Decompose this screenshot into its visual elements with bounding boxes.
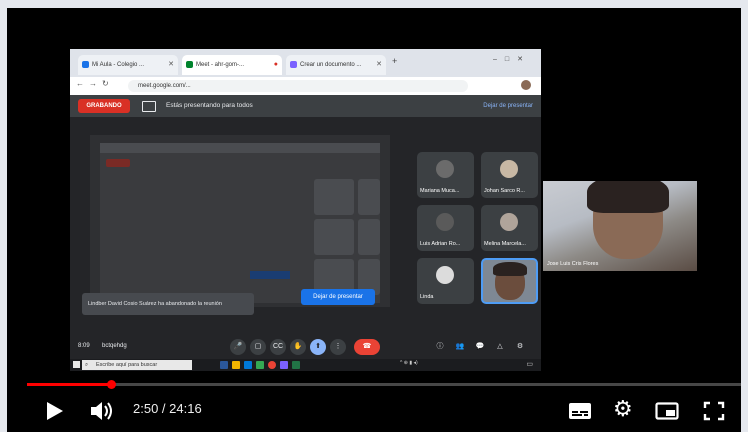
settings-gear-icon[interactable]: ⚙ bbox=[613, 397, 633, 421]
hang-up-icon: ☎ bbox=[354, 339, 380, 355]
tab-label: Mi Aula - Colegio ... bbox=[92, 62, 145, 68]
tab-label: Crear un documento ... bbox=[300, 62, 362, 68]
browser-tab: Crear un documento ... ✕ bbox=[286, 55, 386, 75]
nav-arrows-icon: ←→↻ bbox=[76, 79, 114, 88]
people-icon: 👥 bbox=[455, 343, 465, 350]
participant-name: Johan Sarco R... bbox=[484, 188, 525, 194]
self-view-tile bbox=[481, 258, 538, 304]
folder-icon bbox=[232, 361, 240, 369]
windows-start-icon bbox=[73, 361, 80, 368]
windows-taskbar: ⌕ Escribe aquí para buscar ^ ⊕ ▮ ◂) ▭ bbox=[70, 359, 541, 371]
tab-label: Meet - ahr-gom-... bbox=[196, 62, 245, 68]
info-icon: ⓘ bbox=[436, 343, 444, 350]
app-icon bbox=[256, 361, 264, 369]
progress-bar[interactable] bbox=[27, 380, 741, 389]
present-icon: ⬆ bbox=[310, 339, 326, 355]
play-button[interactable] bbox=[43, 400, 65, 422]
participant-tile: Melina Marcela... bbox=[481, 205, 538, 251]
profile-icon bbox=[521, 80, 531, 90]
presented-screen-content bbox=[100, 143, 380, 303]
app-icon bbox=[280, 361, 288, 369]
browser-tab-active: Meet - ahr-gom-... ● bbox=[182, 55, 282, 75]
tab-favicon-icon bbox=[290, 61, 297, 68]
presented-screen bbox=[90, 135, 390, 307]
browser-address-bar: ←→↻ meet.google.com/... bbox=[70, 77, 541, 96]
subtitles-button[interactable] bbox=[568, 401, 592, 421]
browser-tab-bar: Mi Aula - Colegio ... ✕ Meet - ahr-gom-.… bbox=[70, 49, 541, 77]
webcam-hair bbox=[587, 181, 669, 213]
search-icon: ⌕ bbox=[85, 362, 89, 368]
close-icon: ● bbox=[273, 61, 278, 68]
avatar bbox=[436, 213, 454, 231]
participant-name: Linda bbox=[420, 294, 434, 300]
meeting-clock: 8:09 bbox=[78, 343, 90, 349]
app-icon bbox=[244, 361, 252, 369]
time-display: 2:50 / 24:16 bbox=[133, 401, 202, 416]
url-field: meet.google.com/... bbox=[128, 80, 468, 92]
close-icon: ✕ bbox=[168, 61, 174, 68]
video-player[interactable]: Mi Aula - Colegio ... ✕ Meet - ahr-gom-.… bbox=[7, 8, 741, 432]
browser-tab: Mi Aula - Colegio ... ✕ bbox=[78, 55, 178, 75]
stop-presenting-link: Dejar de presentar bbox=[483, 103, 533, 109]
participant-tile: Johan Sarco R... bbox=[481, 152, 538, 198]
microphone-icon: 🎤 bbox=[230, 339, 246, 355]
participant-tile: Mariana Muca... bbox=[417, 152, 474, 198]
participant-tile: Linda bbox=[417, 258, 474, 304]
participant-name: Melina Marcela... bbox=[484, 241, 526, 247]
taskbar-search-text: Escribe aquí para buscar bbox=[96, 362, 158, 368]
activities-icon: △ bbox=[497, 343, 503, 350]
notification-toast: Lindber David Cosio Suárez ha abandonado… bbox=[82, 293, 254, 315]
presenting-text: Estás presentando para todos bbox=[166, 102, 253, 109]
miniplayer-button[interactable] bbox=[655, 401, 679, 421]
app-icon bbox=[292, 361, 300, 369]
avatar bbox=[436, 266, 454, 284]
participant-name: Mariana Muca... bbox=[420, 188, 460, 194]
participant-tile: Luis Adrian Ro... bbox=[417, 205, 474, 251]
more-options-icon: ⋮ bbox=[330, 339, 346, 355]
window-controls-icon: –□✕ bbox=[493, 56, 531, 63]
avatar bbox=[500, 160, 518, 178]
taskbar-search: ⌕ Escribe aquí para buscar bbox=[82, 360, 192, 370]
camera-icon: ▢ bbox=[250, 339, 266, 355]
recording-badge: GRABANDO bbox=[78, 99, 130, 113]
volume-button[interactable] bbox=[89, 400, 115, 422]
meet-presenting-bar: GRABANDO Estás presentando para todos De… bbox=[70, 95, 541, 117]
fullscreen-icon bbox=[703, 401, 725, 421]
screen-recording: Mi Aula - Colegio ... ✕ Meet - ahr-gom-.… bbox=[70, 49, 541, 371]
captions-icon: CC bbox=[270, 339, 286, 355]
tab-favicon-icon bbox=[82, 61, 89, 68]
progress-fill bbox=[27, 383, 111, 386]
notifications-icon: ▭ bbox=[526, 361, 533, 368]
new-tab-icon: + bbox=[392, 56, 398, 66]
avatar bbox=[500, 213, 518, 231]
system-tray-icon: ^ ⊕ ▮ ◂) bbox=[400, 360, 418, 366]
stop-presenting-button: Dejar de presentar bbox=[301, 289, 375, 305]
meeting-code: bctqehdg bbox=[102, 343, 127, 349]
host-controls-icon: ⚙ bbox=[516, 343, 524, 350]
scrubber-knob[interactable] bbox=[106, 380, 116, 389]
chat-icon: 💬 bbox=[475, 343, 485, 350]
play-icon bbox=[47, 402, 63, 420]
webcam-overlay: Jose Luis Cris Flores bbox=[543, 181, 697, 271]
tab-favicon-icon bbox=[186, 61, 193, 68]
close-icon: ✕ bbox=[376, 61, 382, 68]
app-icon bbox=[220, 361, 228, 369]
webcam-name-label: Jose Luis Cris Flores bbox=[547, 261, 599, 267]
volume-icon bbox=[91, 402, 102, 420]
chrome-icon bbox=[268, 361, 276, 369]
present-screen-icon bbox=[142, 101, 156, 112]
avatar bbox=[436, 160, 454, 178]
raise-hand-icon: ✋ bbox=[290, 339, 306, 355]
participant-name: Luis Adrian Ro... bbox=[420, 241, 461, 247]
fullscreen-button[interactable] bbox=[703, 401, 725, 421]
